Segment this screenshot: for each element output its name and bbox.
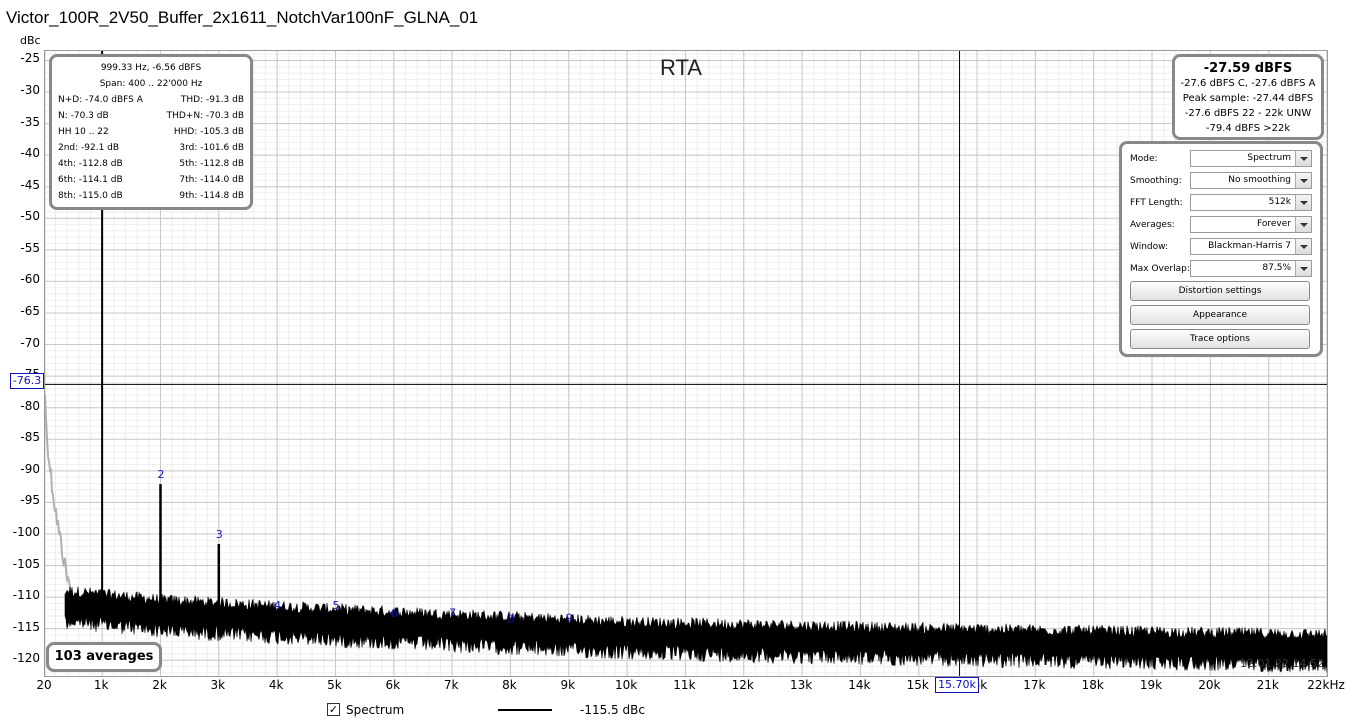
y-tick-label: -25 [20, 51, 40, 66]
window-title: Victor_100R_2V50_Buffer_2x1611_NotchVar1… [6, 8, 479, 27]
appearance-button[interactable]: Appearance [1130, 305, 1310, 325]
cursor-x-readout[interactable]: 15.70k [935, 677, 979, 693]
chevron-down-icon[interactable] [1295, 151, 1311, 166]
y-tick-label: -55 [20, 240, 40, 255]
max-overlap-label: Max Overlap: [1130, 264, 1190, 274]
x-tick-label: 2k [152, 678, 167, 692]
averages-label: Averages: [1130, 220, 1175, 230]
y-tick-label: -90 [20, 461, 40, 476]
harmonic-label: 8 [507, 613, 514, 626]
x-tick-label: 12k [731, 678, 754, 692]
x-tick-label: 4k [268, 678, 284, 692]
y-tick-label: -110 [12, 588, 40, 603]
x-tick-label: 21k [1256, 678, 1279, 692]
spectrum-checkbox[interactable]: ✓ [327, 703, 340, 716]
x-tick-label: 5k [327, 678, 342, 692]
y-tick-label: -70 [20, 335, 40, 350]
y-tick-label: -120 [12, 651, 40, 666]
x-tick-label: 3k [210, 678, 226, 692]
x-tick-label: 7k [443, 678, 459, 692]
harmonic-label: 5 [332, 599, 339, 612]
level-line: -27.6 dBFS C, -27.6 dBFS A [1180, 78, 1316, 89]
y-tick-label: -40 [20, 146, 40, 161]
y-tick-label: -30 [20, 83, 40, 98]
harmonic-label: 6 [391, 607, 398, 620]
low-frequency-trace [45, 394, 76, 619]
level-line: -79.4 dBFS >22k [1205, 123, 1291, 134]
level-main: -27.59 dBFS [1203, 61, 1293, 76]
window-select[interactable]: Blackman-Harris 7 [1190, 238, 1312, 255]
span-readout: Span: 400 .. 22'000 Hz [99, 79, 203, 89]
fft-length-label: FFT Length: [1130, 198, 1183, 208]
mode-label: Mode: [1130, 154, 1158, 164]
x-tick-label: 22kHz [1307, 678, 1345, 692]
y-tick-label: -50 [20, 209, 40, 224]
distortion-stats-panel[interactable]: 999.33 Hz, -6.56 dBFS Span: 400 .. 22'00… [49, 54, 253, 210]
chevron-down-icon[interactable] [1295, 261, 1311, 276]
legend-line-swatch [498, 709, 552, 711]
y-tick-label: -95 [20, 493, 40, 508]
timestamp: 12.01.22 14:52 [1240, 657, 1325, 670]
x-tick-label: 6k [385, 678, 401, 692]
y-tick-label: -105 [12, 556, 40, 571]
x-tick-label: 15k [906, 678, 929, 692]
smoothing-label: Smoothing: [1130, 176, 1182, 186]
mode-select[interactable]: Spectrum [1190, 150, 1312, 167]
fft-length-select[interactable]: 512k [1190, 194, 1312, 211]
y-tick-label: -100 [12, 524, 40, 539]
harmonic-label: 7 [449, 606, 456, 619]
x-tick-label: 19k [1139, 678, 1163, 692]
trace-options-button[interactable]: Trace options [1130, 329, 1310, 349]
y-tick-label: -115 [12, 619, 40, 634]
x-tick-label: 9k [560, 678, 576, 692]
x-tick-label: 17k [1023, 678, 1046, 692]
x-tick-label: 20 [36, 678, 52, 692]
harmonic-label: 4 [274, 599, 281, 612]
y-tick-label: -80 [20, 398, 40, 413]
legend-spectrum-label[interactable]: Spectrum [346, 703, 404, 717]
x-tick-label: 20k [1198, 678, 1221, 692]
averages-badge: 103 averages [46, 642, 162, 672]
y-tick-label: -85 [20, 430, 40, 445]
level-meter-panel[interactable]: -27.59 dBFS -27.6 dBFS C, -27.6 dBFS A P… [1172, 54, 1324, 140]
max-overlap-select[interactable]: 87.5% [1190, 260, 1312, 277]
chevron-down-icon[interactable] [1295, 217, 1311, 232]
level-line: Peak sample: -27.44 dBFS [1182, 93, 1314, 104]
level-line: -27.6 dBFS 22 - 22k UNW [1184, 108, 1312, 119]
x-tick-label: 18k [1081, 678, 1104, 692]
window-label: Window: [1130, 242, 1169, 252]
fundamental-readout: 999.33 Hz, -6.56 dBFS [100, 63, 202, 73]
x-tick-label: 11k [673, 678, 696, 692]
chevron-down-icon[interactable] [1295, 195, 1311, 210]
legend-value: -115.5 dBc [580, 703, 645, 717]
chevron-down-icon[interactable] [1295, 173, 1311, 188]
rta-controls-panel: Mode: Spectrum Smoothing: No smoothing F… [1119, 141, 1323, 357]
cursor-y-readout[interactable]: -76.3 [10, 373, 44, 389]
y-tick-label: -65 [20, 303, 40, 318]
harmonic-label: 3 [216, 528, 223, 541]
x-tick-label: 1k [93, 678, 109, 692]
harmonic-label: 2 [157, 468, 164, 481]
y-tick-label: -60 [20, 272, 40, 287]
y-unit-label: dBc [20, 34, 41, 47]
y-tick-label: -35 [20, 114, 40, 129]
chevron-down-icon[interactable] [1295, 239, 1311, 254]
x-tick-label: 8k [502, 678, 517, 692]
x-tick-label: 14k [848, 678, 871, 692]
x-tick-label: 10k [614, 678, 638, 692]
harmonic-label: 9 [566, 611, 573, 624]
rta-title: RTA [660, 55, 702, 80]
smoothing-select[interactable]: No smoothing [1190, 172, 1312, 189]
x-tick-label: 13k [789, 678, 813, 692]
distortion-settings-button[interactable]: Distortion settings [1130, 281, 1310, 301]
averages-select[interactable]: Forever [1190, 216, 1312, 233]
y-tick-label: -45 [20, 177, 40, 192]
